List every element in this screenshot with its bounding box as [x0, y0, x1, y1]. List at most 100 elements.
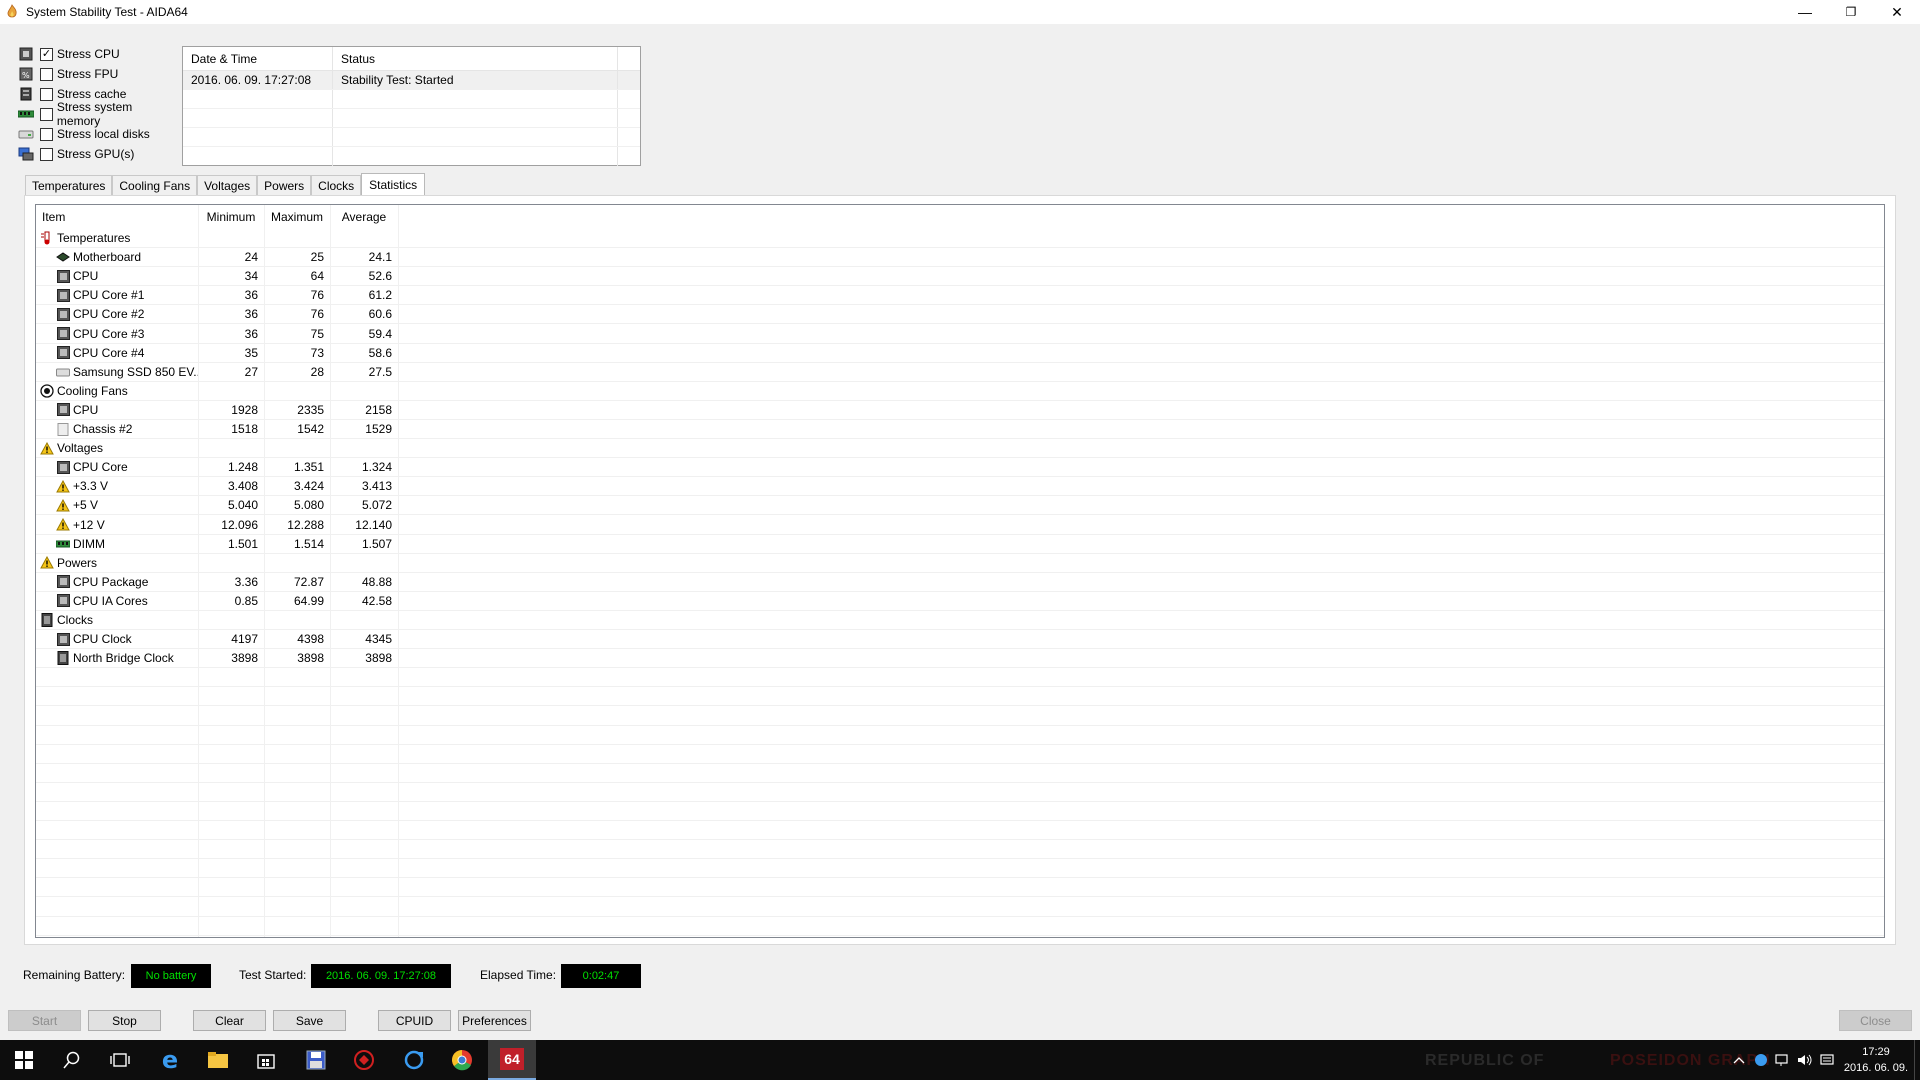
stress-memory-checkbox[interactable]	[40, 107, 53, 121]
stress-cache-label: Stress cache	[57, 87, 127, 101]
floppy-app-icon[interactable]	[292, 1040, 340, 1080]
search-icon[interactable]	[48, 1040, 96, 1080]
stats-empty-row	[36, 840, 1884, 860]
status-log[interactable]: Date & Time Status 2016. 06. 09. 17:27:0…	[182, 46, 641, 166]
stats-item-cell: CPU	[36, 403, 198, 417]
stats-row[interactable]: CPU 34 64 52.6	[36, 267, 1884, 287]
stats-row[interactable]: CPU 1928 2335 2158	[36, 401, 1884, 420]
motherboard-icon	[56, 250, 70, 264]
stats-row[interactable]: CPU Core #1 36 76 61.2	[36, 286, 1884, 306]
tab-cooling-fans[interactable]: Cooling Fans	[112, 175, 198, 195]
stats-item-cell: CPU Package	[36, 575, 198, 589]
aida64-taskbar-icon[interactable]: 64	[488, 1040, 536, 1080]
taskbar-clock[interactable]: 17:29 2016. 06. 09.	[1838, 1044, 1914, 1076]
minimize-button[interactable]: —	[1782, 0, 1828, 24]
stats-row[interactable]: North Bridge Clock 3898 3898 3898	[36, 649, 1884, 669]
stats-row[interactable]: +5 V 5.040 5.080 5.072	[36, 496, 1884, 516]
stress-fpu-option[interactable]: % Stress FPU	[18, 64, 178, 84]
clear-button[interactable]: Clear	[193, 1010, 266, 1031]
statistics-table[interactable]: Item Minimum Maximum Average Temperature…	[35, 204, 1885, 938]
stats-row[interactable]: CPU Core #4 35 73 58.6	[36, 344, 1884, 363]
windows-start-icon[interactable]	[0, 1040, 48, 1080]
stress-fpu-checkbox[interactable]	[40, 67, 53, 81]
chip-icon	[56, 594, 70, 608]
stats-row[interactable]: CPU Core #2 36 76 60.6	[36, 305, 1884, 325]
tab-voltages[interactable]: Voltages	[197, 175, 258, 195]
stats-group-row[interactable]: Clocks	[36, 611, 1884, 630]
close-button[interactable]: Close	[1839, 1010, 1912, 1031]
stats-group-row[interactable]: Cooling Fans	[36, 382, 1884, 401]
stats-row[interactable]: CPU IA Cores 0.85 64.99 42.58	[36, 592, 1884, 611]
stats-row[interactable]: DIMM 1.501 1.514 1.507	[36, 535, 1884, 554]
aida64-label: 64	[500, 1048, 524, 1070]
edge-browser-icon[interactable]: e	[146, 1040, 194, 1080]
stats-row[interactable]: Samsung SSD 850 EV... 27 28 27.5	[36, 363, 1884, 382]
network-icon[interactable]	[1772, 1040, 1794, 1080]
stats-row[interactable]: CPU Core #3 36 75 59.4	[36, 325, 1884, 344]
rog-app-icon[interactable]	[340, 1040, 388, 1080]
taskbar: e 64 REPUBLIC OF POSEIDON GRAPH 17:29 20…	[0, 1040, 1920, 1080]
stress-disks-label: Stress local disks	[57, 127, 150, 141]
statistics-header: Item Minimum Maximum Average	[36, 205, 1884, 229]
stats-row[interactable]: CPU Clock 4197 4398 4345	[36, 630, 1884, 650]
cpuid-button[interactable]: CPUID	[378, 1010, 451, 1031]
preferences-button[interactable]: Preferences	[458, 1010, 531, 1031]
header-item[interactable]: Item	[36, 205, 198, 229]
header-maximum[interactable]: Maximum	[264, 205, 330, 229]
tab-temperatures[interactable]: Temperatures	[25, 175, 113, 195]
chip-icon	[56, 269, 70, 283]
stress-cpu-checkbox[interactable]: ✓	[40, 47, 53, 61]
stress-gpu-label: Stress GPU(s)	[57, 147, 135, 161]
log-header-datetime[interactable]: Date & Time	[183, 47, 333, 70]
store-icon[interactable]	[242, 1040, 290, 1080]
header-minimum[interactable]: Minimum	[198, 205, 264, 229]
log-header-status[interactable]: Status	[333, 47, 618, 70]
volume-icon[interactable]	[1794, 1040, 1816, 1080]
stats-row[interactable]: CPU Package 3.36 72.87 48.88	[36, 573, 1884, 592]
header-average[interactable]: Average	[330, 205, 398, 229]
title-bar: System Stability Test - AIDA64 — ❐ ✕	[0, 0, 1920, 24]
stats-row[interactable]: Motherboard 24 25 24.1	[36, 248, 1884, 268]
test-started-value: 2016. 06. 09. 17:27:08	[311, 964, 451, 988]
stop-button[interactable]: Stop	[88, 1010, 161, 1031]
chevron-up-icon[interactable]	[1728, 1040, 1750, 1080]
notification-icon[interactable]	[1816, 1040, 1838, 1080]
task-view-icon[interactable]	[96, 1040, 144, 1080]
stats-minimum: 3898	[231, 651, 258, 666]
stress-cache-checkbox[interactable]	[40, 87, 53, 101]
stats-row[interactable]: +3.3 V 3.408 3.424 3.413	[36, 477, 1884, 497]
stats-row[interactable]: CPU Core 1.248 1.351 1.324	[36, 458, 1884, 478]
file-explorer-icon[interactable]	[194, 1040, 242, 1080]
stats-empty-row	[36, 726, 1884, 745]
stress-options: ✓ Stress CPU % Stress FPU Stress cache S…	[18, 44, 178, 164]
stats-group-row[interactable]: Temperatures	[36, 229, 1884, 248]
close-window-button[interactable]: ✕	[1874, 0, 1920, 24]
memory-icon	[18, 106, 34, 122]
sync-app-icon[interactable]	[390, 1040, 438, 1080]
save-button[interactable]: Save	[273, 1010, 346, 1031]
stats-item-cell: +12 V	[36, 518, 198, 532]
log-row[interactable]: 2016. 06. 09. 17:27:08 Stability Test: S…	[183, 71, 640, 90]
start-button[interactable]: Start	[8, 1010, 81, 1031]
stats-empty-row	[36, 936, 1884, 937]
stats-maximum: 28	[310, 364, 324, 379]
stats-group-row[interactable]: Powers	[36, 554, 1884, 573]
stats-empty-row	[36, 859, 1884, 879]
stress-cpu-option[interactable]: ✓ Stress CPU	[18, 44, 178, 64]
stats-group-row[interactable]: Voltages	[36, 439, 1884, 459]
stats-empty-row	[36, 707, 1884, 726]
stats-row[interactable]: +12 V 12.096 12.288 12.140	[36, 516, 1884, 535]
tab-powers[interactable]: Powers	[257, 175, 312, 195]
show-desktop-button[interactable]	[1914, 1040, 1920, 1080]
stress-memory-option[interactable]: Stress system memory	[18, 100, 178, 128]
stats-maximum: 1.351	[293, 460, 324, 475]
chrome-icon[interactable]	[438, 1040, 486, 1080]
tab-clocks[interactable]: Clocks	[311, 175, 362, 195]
tray-app-icon[interactable]	[1750, 1040, 1772, 1080]
stress-gpu-checkbox[interactable]	[40, 147, 53, 161]
stress-disks-checkbox[interactable]	[40, 127, 53, 141]
stats-row[interactable]: Chassis #2 1518 1542 1529	[36, 420, 1884, 439]
stress-gpu-option[interactable]: Stress GPU(s)	[18, 144, 178, 164]
restore-button[interactable]: ❐	[1828, 0, 1874, 24]
tab-statistics[interactable]: Statistics	[361, 173, 426, 195]
